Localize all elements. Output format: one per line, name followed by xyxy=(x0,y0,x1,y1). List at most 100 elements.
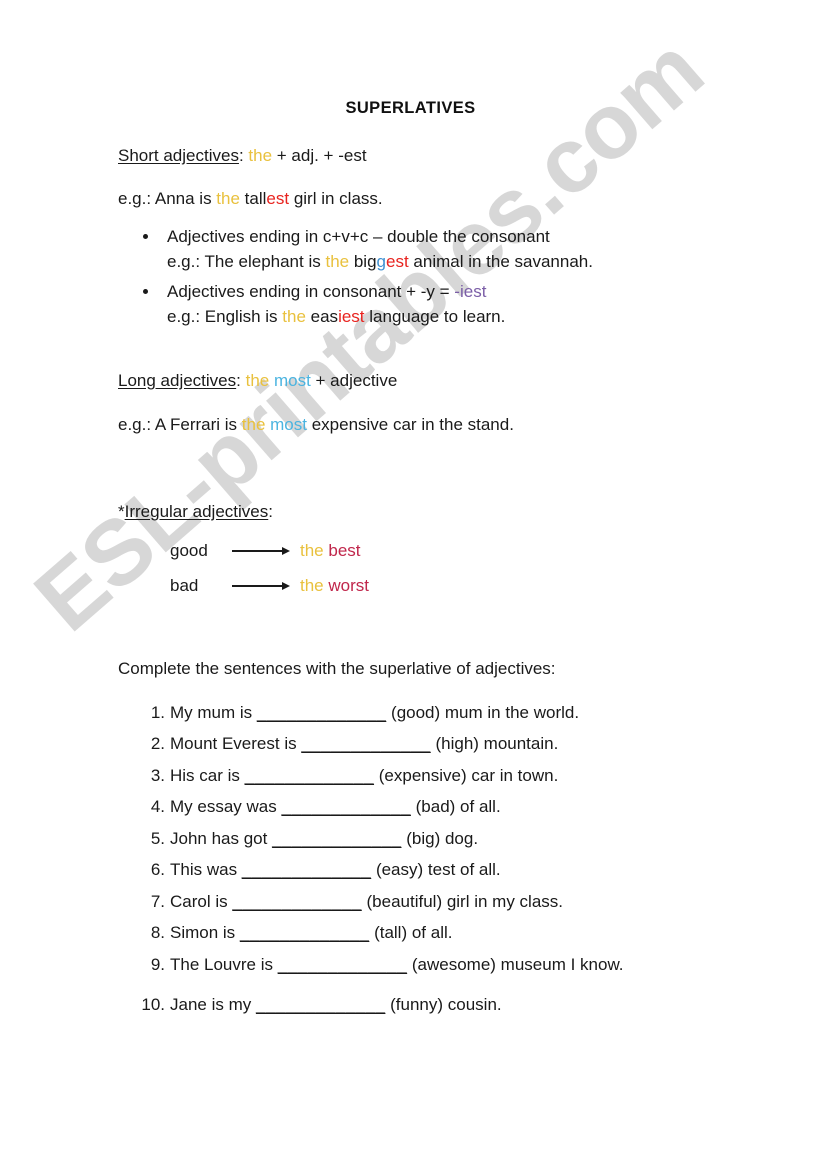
table-row: 4. My essay was _____________ (bad) of al… xyxy=(151,793,821,821)
answer-blank[interactable]: _____________ xyxy=(272,829,401,848)
bullet-1-eg-double: g xyxy=(376,251,386,271)
short-adjectives-the: the xyxy=(248,146,273,165)
long-adjectives-rule: Long adjectives: the most + adjective xyxy=(118,370,821,392)
bullet-2-eg-prefix: e.g.: English is xyxy=(167,306,283,326)
table-row: 5. John has got _____________ (big) dog. xyxy=(151,825,821,853)
question-text-before: Jane is my xyxy=(170,995,256,1015)
irregular-adjectives-heading: *Irregular adjectives: xyxy=(118,501,821,523)
question-number: 9. xyxy=(150,954,165,974)
question-text-before: John has got xyxy=(170,828,273,848)
answer-blank[interactable]: _____________ xyxy=(240,923,369,942)
bullet-1-eg-stem: big xyxy=(349,251,377,271)
bullet-1-eg-the: the xyxy=(325,251,350,271)
answer-blank[interactable]: _____________ xyxy=(257,703,386,722)
short-adjectives-rule-tail: + adj. + -est xyxy=(272,146,367,165)
question-number: 3. xyxy=(150,765,165,785)
worksheet-content: SUPERLATIVES Short adjectives: the + adj… xyxy=(0,0,821,1019)
short-adjectives-example: e.g.: Anna is the tallest girl in class. xyxy=(118,188,821,210)
question-number: 8. xyxy=(150,923,165,943)
answer-blank[interactable]: _____________ xyxy=(301,734,430,753)
long-example-prefix: e.g.: A Ferrari is xyxy=(118,415,242,435)
question-text-after: (high) mountain. xyxy=(430,734,559,754)
bullet-1-eg-prefix: e.g.: The elephant is xyxy=(167,251,326,271)
question-text-before: Simon is xyxy=(170,923,240,943)
long-example-tail: expensive car in the stand. xyxy=(306,415,514,435)
bullet-dot-icon xyxy=(143,288,148,294)
short-example-the: the xyxy=(216,189,240,209)
bullet-1-eg-suffix: est xyxy=(386,251,409,271)
bullet-2-eg-stem: eas xyxy=(305,306,339,326)
irregular-row-good: good the best xyxy=(170,541,821,561)
table-row: 10. Jane is my _____________ (funny) cous… xyxy=(141,991,821,1019)
irregular-colon: : xyxy=(268,501,273,521)
bullet-1-example: e.g.: The elephant is the biggest animal… xyxy=(167,250,821,275)
spelling-rules-list: Adjectives ending in c+v+c – double the … xyxy=(0,225,821,330)
irregular-the-good: the xyxy=(300,541,324,561)
irregular-asterisk: * xyxy=(118,501,125,521)
short-adjectives-rule: Short adjectives: the + adj. + -est xyxy=(118,145,821,167)
question-text-after: (good) mum in the world. xyxy=(386,702,580,722)
question-number: 6. xyxy=(150,860,165,880)
long-adjectives-rule-tail: + adjective xyxy=(310,370,398,390)
question-text-after: (funny) cousin. xyxy=(385,995,502,1015)
irregular-form-worst: worst xyxy=(328,576,369,596)
worksheet-page: ESL-printables.com SUPERLATIVES Short ad… xyxy=(0,0,821,1161)
question-text-before: The Louvre is xyxy=(170,954,278,974)
exercise-prompt: Complete the sentences with the superlat… xyxy=(118,659,556,679)
question-text-before: This was xyxy=(170,860,242,880)
table-row: 2. Mount Everest is _____________ (high) … xyxy=(151,730,821,758)
short-adjectives-heading: Short adjectives xyxy=(118,146,239,165)
table-row: 7. Carol is _____________ (beautiful) gir… xyxy=(151,888,821,916)
question-text-before: My mum is xyxy=(170,702,257,722)
irregular-heading-text: Irregular adjectives xyxy=(124,501,269,521)
answer-blank[interactable]: _____________ xyxy=(232,892,361,911)
list-item: Adjectives ending in consonant + -y = -i… xyxy=(143,280,821,330)
answer-blank[interactable]: _____________ xyxy=(256,995,385,1014)
question-number: 4. xyxy=(150,797,165,817)
table-row: 8. Simon is _____________ (tall) of all. xyxy=(151,919,821,947)
irregular-form-best: best xyxy=(328,541,361,561)
irregular-the-bad: the xyxy=(300,576,324,596)
bullet-2-eg-the: the xyxy=(282,306,306,326)
arrow-right-icon xyxy=(232,582,290,591)
question-text-before: Mount Everest is xyxy=(170,734,302,754)
question-text-after: (beautiful) girl in my class. xyxy=(361,891,564,911)
irregular-row-bad: bad the worst xyxy=(170,576,821,596)
long-example-most: most xyxy=(270,415,307,435)
answer-blank[interactable]: _____________ xyxy=(281,797,410,816)
bullet-2-eg-suffix: iest xyxy=(338,306,365,326)
short-adjectives-colon: : xyxy=(238,146,249,165)
question-number: 5. xyxy=(150,828,165,848)
arrow-right-icon xyxy=(232,547,290,556)
question-number: 1. xyxy=(150,702,165,722)
question-text-after: (tall) of all. xyxy=(369,923,453,943)
bullet-1-eg-tail: animal in the savannah. xyxy=(408,251,593,271)
question-number: 7. xyxy=(150,891,165,911)
table-row: 1. My mum is _____________ (good) mum in … xyxy=(151,699,821,727)
list-item: Adjectives ending in c+v+c – double the … xyxy=(143,225,821,275)
bullet-2-eg-tail: language to learn. xyxy=(364,306,506,326)
answer-blank[interactable]: _____________ xyxy=(242,860,371,879)
long-adjectives-heading: Long adjectives xyxy=(118,370,237,390)
question-number: 2. xyxy=(150,734,165,754)
bullet-2-rule-suffix: -iest xyxy=(454,281,487,301)
question-text-before: His car is xyxy=(170,765,245,785)
table-row: 9. The Louvre is _____________ (awesome) … xyxy=(151,951,821,979)
long-adjectives-colon: : xyxy=(236,370,246,390)
short-example-stem: tall xyxy=(239,189,267,209)
long-adjectives-example: e.g.: A Ferrari is the most expensive ca… xyxy=(118,414,821,436)
question-text-after: (big) dog. xyxy=(401,828,479,848)
long-adjectives-most: most xyxy=(273,370,311,390)
answer-blank[interactable]: _____________ xyxy=(245,766,374,785)
bullet-2-rule-prefix: Adjectives ending in consonant + -y = xyxy=(167,281,455,301)
short-example-prefix: e.g.: Anna is xyxy=(118,189,217,209)
page-title: SUPERLATIVES xyxy=(345,99,476,117)
question-text-after: (expensive) car in town. xyxy=(374,765,559,785)
answer-blank[interactable]: _____________ xyxy=(278,955,407,974)
irregular-base-good: good xyxy=(170,541,208,561)
question-text-before: Carol is xyxy=(170,891,233,911)
short-example-tail: girl in class. xyxy=(289,189,383,209)
short-example-suffix: est xyxy=(266,189,290,209)
irregular-adjectives-rows: good the best bad the worst xyxy=(0,541,821,596)
bullet-dot-icon xyxy=(143,233,148,239)
